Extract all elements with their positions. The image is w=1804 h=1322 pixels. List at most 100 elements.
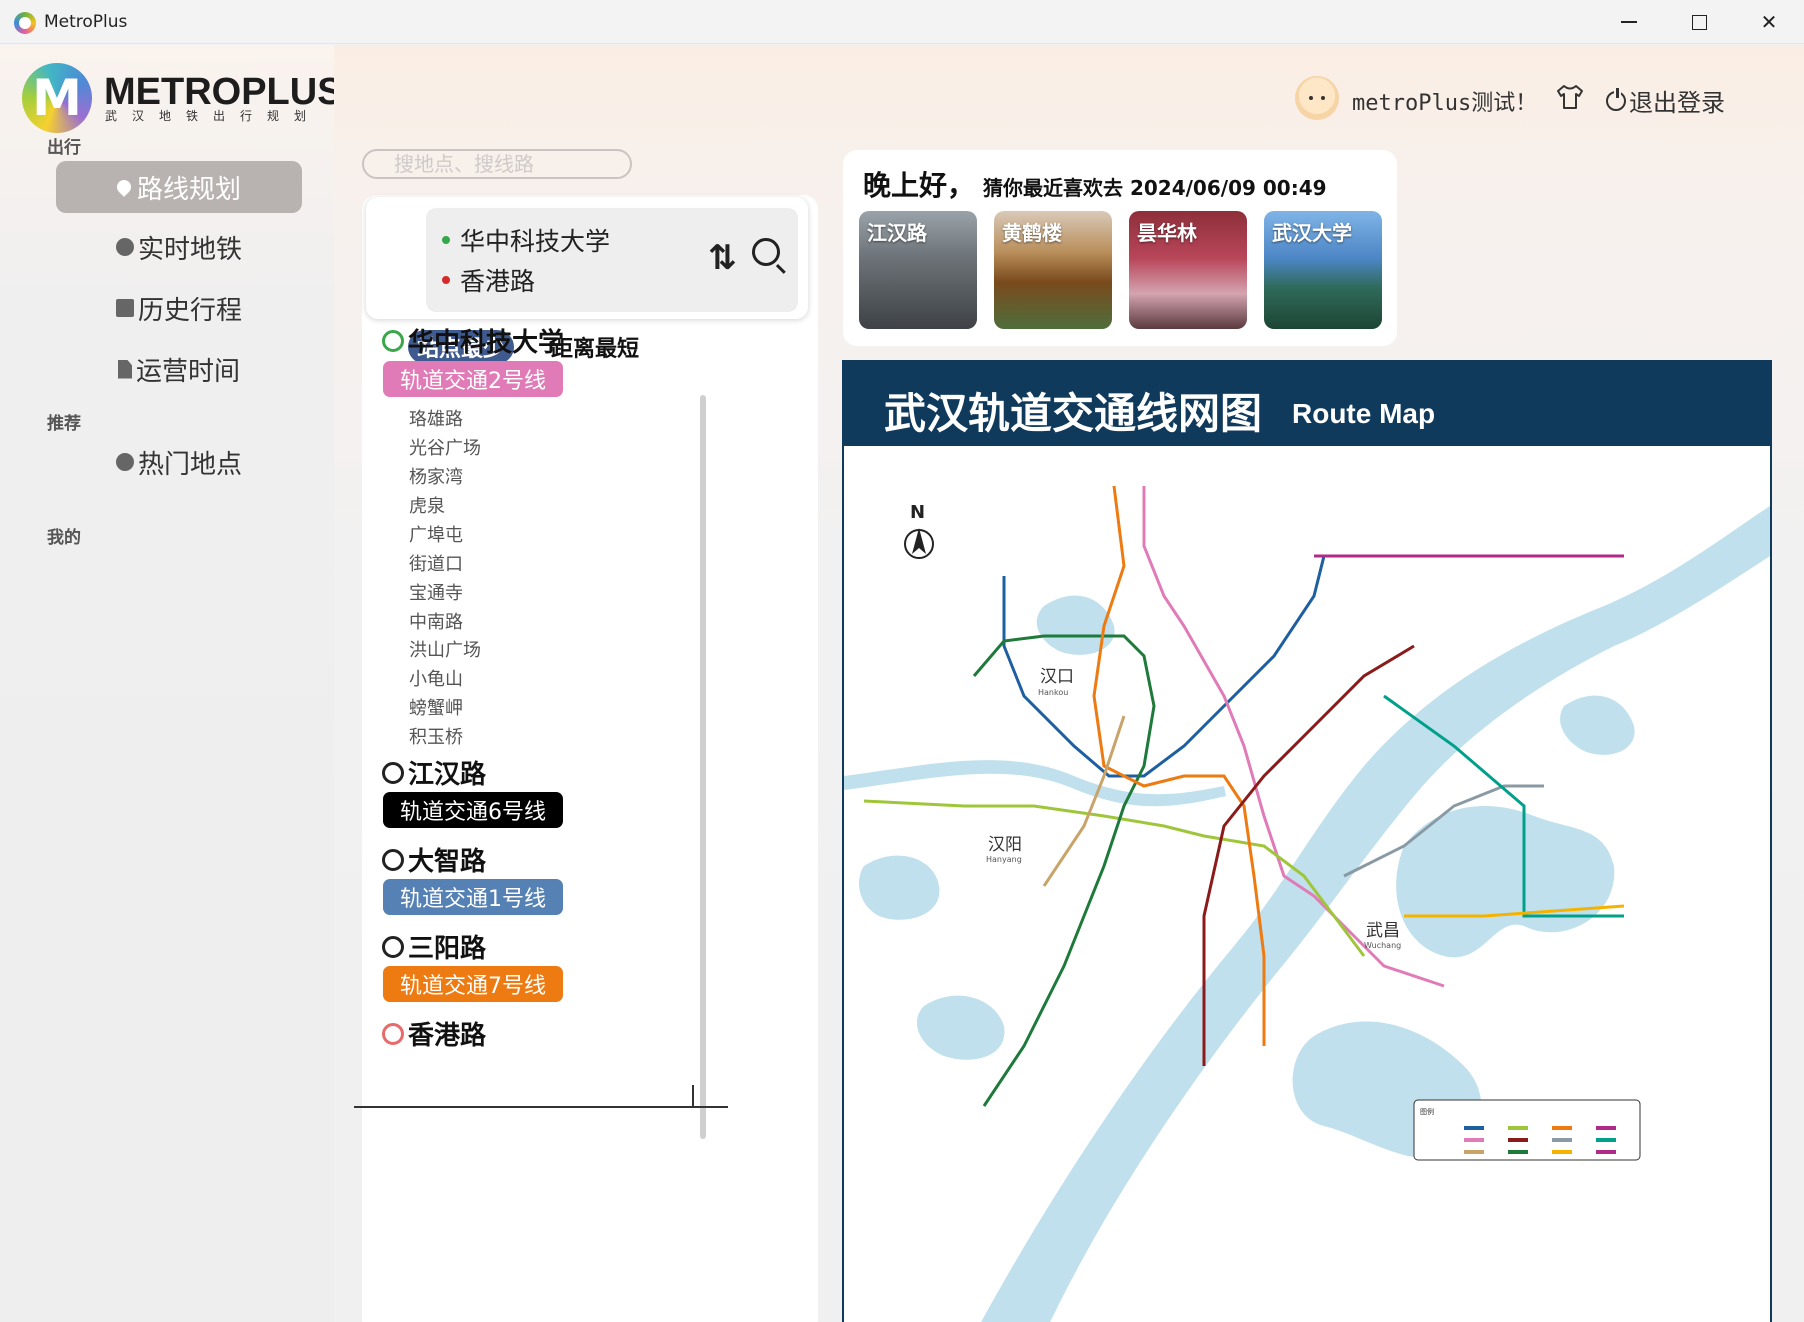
section-label-mine: 我的 (47, 528, 81, 548)
metro-line-1 (1002, 555, 1326, 778)
station-ring-icon (382, 761, 404, 784)
sidebar-item-label: 历史行程 (137, 295, 242, 326)
main-content: metroPlus测试！ 退出登录 华中科技大学 香港路 ⇅ 站点最少 距离最 (334, 45, 1804, 1322)
via-station: 洪山广场 (409, 640, 481, 661)
east-lake (1396, 806, 1615, 958)
document-icon (117, 359, 132, 379)
sidebar-item-label: 实时地铁 (137, 234, 242, 265)
place-name: 武汉大学 (1272, 221, 1352, 245)
station-ring-icon (382, 1022, 404, 1045)
app-logo-icon (14, 12, 36, 34)
station-name: 江汉路 (408, 760, 487, 790)
map-title-en: Route Map (1292, 398, 1436, 429)
map-legend: 图例 (1413, 1099, 1641, 1161)
power-icon (1606, 87, 1626, 111)
origin-value: 华中科技大学 (460, 227, 611, 256)
minimize-button[interactable] (1594, 0, 1664, 44)
route-station-end: 香港路 (382, 1015, 486, 1052)
search-icon[interactable] (752, 238, 780, 266)
window-titlebar: MetroPlus ✕ (0, 0, 1804, 44)
sidebar-item-label: 路线规划 (136, 174, 241, 205)
route-steps-list: 华中科技大学 轨道交通2号线 珞雄路 光谷广场 杨家湾 虎泉 广埠屯 街道口 宝… (362, 320, 702, 1110)
section-label-go: 出行 (47, 138, 81, 158)
origin-destination-inputs: 华中科技大学 香港路 ⇅ (426, 208, 798, 312)
line-badge-7[interactable]: 轨道交通7号线 (383, 966, 563, 1002)
destination-dot-icon (442, 276, 450, 284)
shirt-icon[interactable] (1555, 83, 1585, 111)
brand-subtitle: 武汉地铁出行规划 (105, 109, 322, 123)
section-label-recommend: 推荐 (47, 414, 81, 434)
via-station: 宝通寺 (409, 583, 463, 604)
greeting-card: 晚上好， 猜你最近喜欢去 2024/06/09 00:49 江汉路 黄鹤楼 昙华… (843, 150, 1397, 346)
legend-title: 图例 (1420, 1107, 1434, 1116)
place-name: 黄鹤楼 (1002, 221, 1062, 245)
via-station: 广埠屯 (409, 525, 463, 546)
place-card-wuhan-university[interactable]: 武汉大学 (1264, 211, 1382, 329)
close-button[interactable]: ✕ (1734, 0, 1804, 44)
sidebar-item-route-planning[interactable]: 路线规划 (56, 161, 302, 213)
logout-button[interactable]: 退出登录 (1606, 83, 1725, 118)
via-station: 中南路 (409, 612, 463, 633)
maximize-button[interactable] (1664, 0, 1734, 44)
window-title: MetroPlus (44, 12, 128, 32)
station-name: 华中科技大学 (408, 328, 565, 358)
route-station-transfer: 江汉路 (382, 754, 486, 791)
brand-logo-icon (22, 63, 92, 133)
sidebar-item-label: 热门地点 (137, 449, 242, 480)
map-label-hankou: 汉口 (1040, 667, 1074, 687)
logout-label: 退出登录 (1629, 89, 1725, 117)
fire-icon (115, 453, 134, 471)
map-label-hanyang-en: Hanyang (986, 855, 1022, 864)
map-header: 武汉轨道交通线网图 Route Map (844, 362, 1770, 446)
west-lake (859, 855, 940, 920)
via-station: 街道口 (409, 554, 463, 575)
via-station: 珞雄路 (409, 409, 463, 430)
maximize-icon (1691, 14, 1707, 30)
origin-destination-card: 华中科技大学 香港路 ⇅ (366, 197, 808, 319)
sidebar-item-hot-places[interactable]: 热门地点 (56, 436, 302, 488)
sidebar-item-operating-hours[interactable]: 运营时间 (56, 343, 302, 395)
route-map-canvas: 汉口 Hankou 汉阳 Hanyang 武昌 Wuchang N 图例 (844, 485, 1770, 1322)
minimize-icon (1621, 21, 1637, 23)
via-station: 积玉桥 (409, 727, 463, 748)
route-station-start: 华中科技大学 (382, 322, 564, 359)
place-name: 江汉路 (867, 221, 927, 245)
station-name: 大智路 (408, 847, 487, 877)
map-title: 武汉轨道交通线网图 (884, 389, 1263, 438)
avatar[interactable] (1295, 76, 1339, 120)
route-station-transfer: 大智路 (382, 841, 486, 878)
map-label-wuchang: 武昌 (1366, 921, 1400, 941)
destination-value: 香港路 (460, 267, 536, 296)
sidebar: METROPLUS 武汉地铁出行规划 出行 路线规划 实时地铁 历史行程 运营时… (0, 45, 343, 1322)
map-label-hankou-en: Hankou (1038, 688, 1068, 697)
swap-icon[interactable]: ⇅ (708, 238, 737, 278)
greeting-hello: 晚上好， (863, 169, 976, 202)
place-card-tanhualin[interactable]: 昙华林 (1129, 211, 1247, 329)
route-map[interactable]: 武汉轨道交通线网图 Route Map 汉口 Hankou 汉阳 Hanyang… (842, 360, 1772, 1322)
origin-field[interactable]: 华中科技大学 (442, 222, 610, 258)
place-name: 昙华林 (1137, 221, 1197, 245)
calendar-icon (115, 299, 134, 317)
clock-icon (115, 238, 134, 256)
line-badge-1[interactable]: 轨道交通1号线 (383, 879, 563, 915)
pin-icon (114, 177, 134, 197)
place-card-yellow-crane-tower[interactable]: 黄鹤楼 (994, 211, 1112, 329)
sidebar-item-realtime-metro[interactable]: 实时地铁 (56, 221, 302, 273)
line-badge-6[interactable]: 轨道交通6号线 (383, 792, 563, 828)
sidebar-item-history[interactable]: 历史行程 (56, 282, 302, 334)
via-station: 虎泉 (409, 496, 445, 517)
destination-field[interactable]: 香港路 (442, 262, 535, 298)
search-input[interactable] (362, 149, 632, 179)
via-station: 小龟山 (409, 669, 463, 690)
close-icon: ✕ (1760, 10, 1778, 34)
han-river (844, 760, 1226, 807)
greeting-recent: 猜你最近喜欢去 2024/06/09 00:49 (983, 176, 1327, 200)
station-name: 香港路 (408, 1021, 487, 1051)
via-station: 螃蟹岬 (409, 698, 463, 719)
place-card-jianghan-road[interactable]: 江汉路 (859, 211, 977, 329)
line-badge-2[interactable]: 轨道交通2号线 (383, 361, 563, 397)
user-name: metroPlus测试！ (1352, 91, 1538, 116)
route-station-transfer: 三阳路 (382, 928, 486, 965)
map-label-wuchang-en: Wuchang (1364, 941, 1401, 950)
origin-dot-icon (442, 236, 450, 244)
